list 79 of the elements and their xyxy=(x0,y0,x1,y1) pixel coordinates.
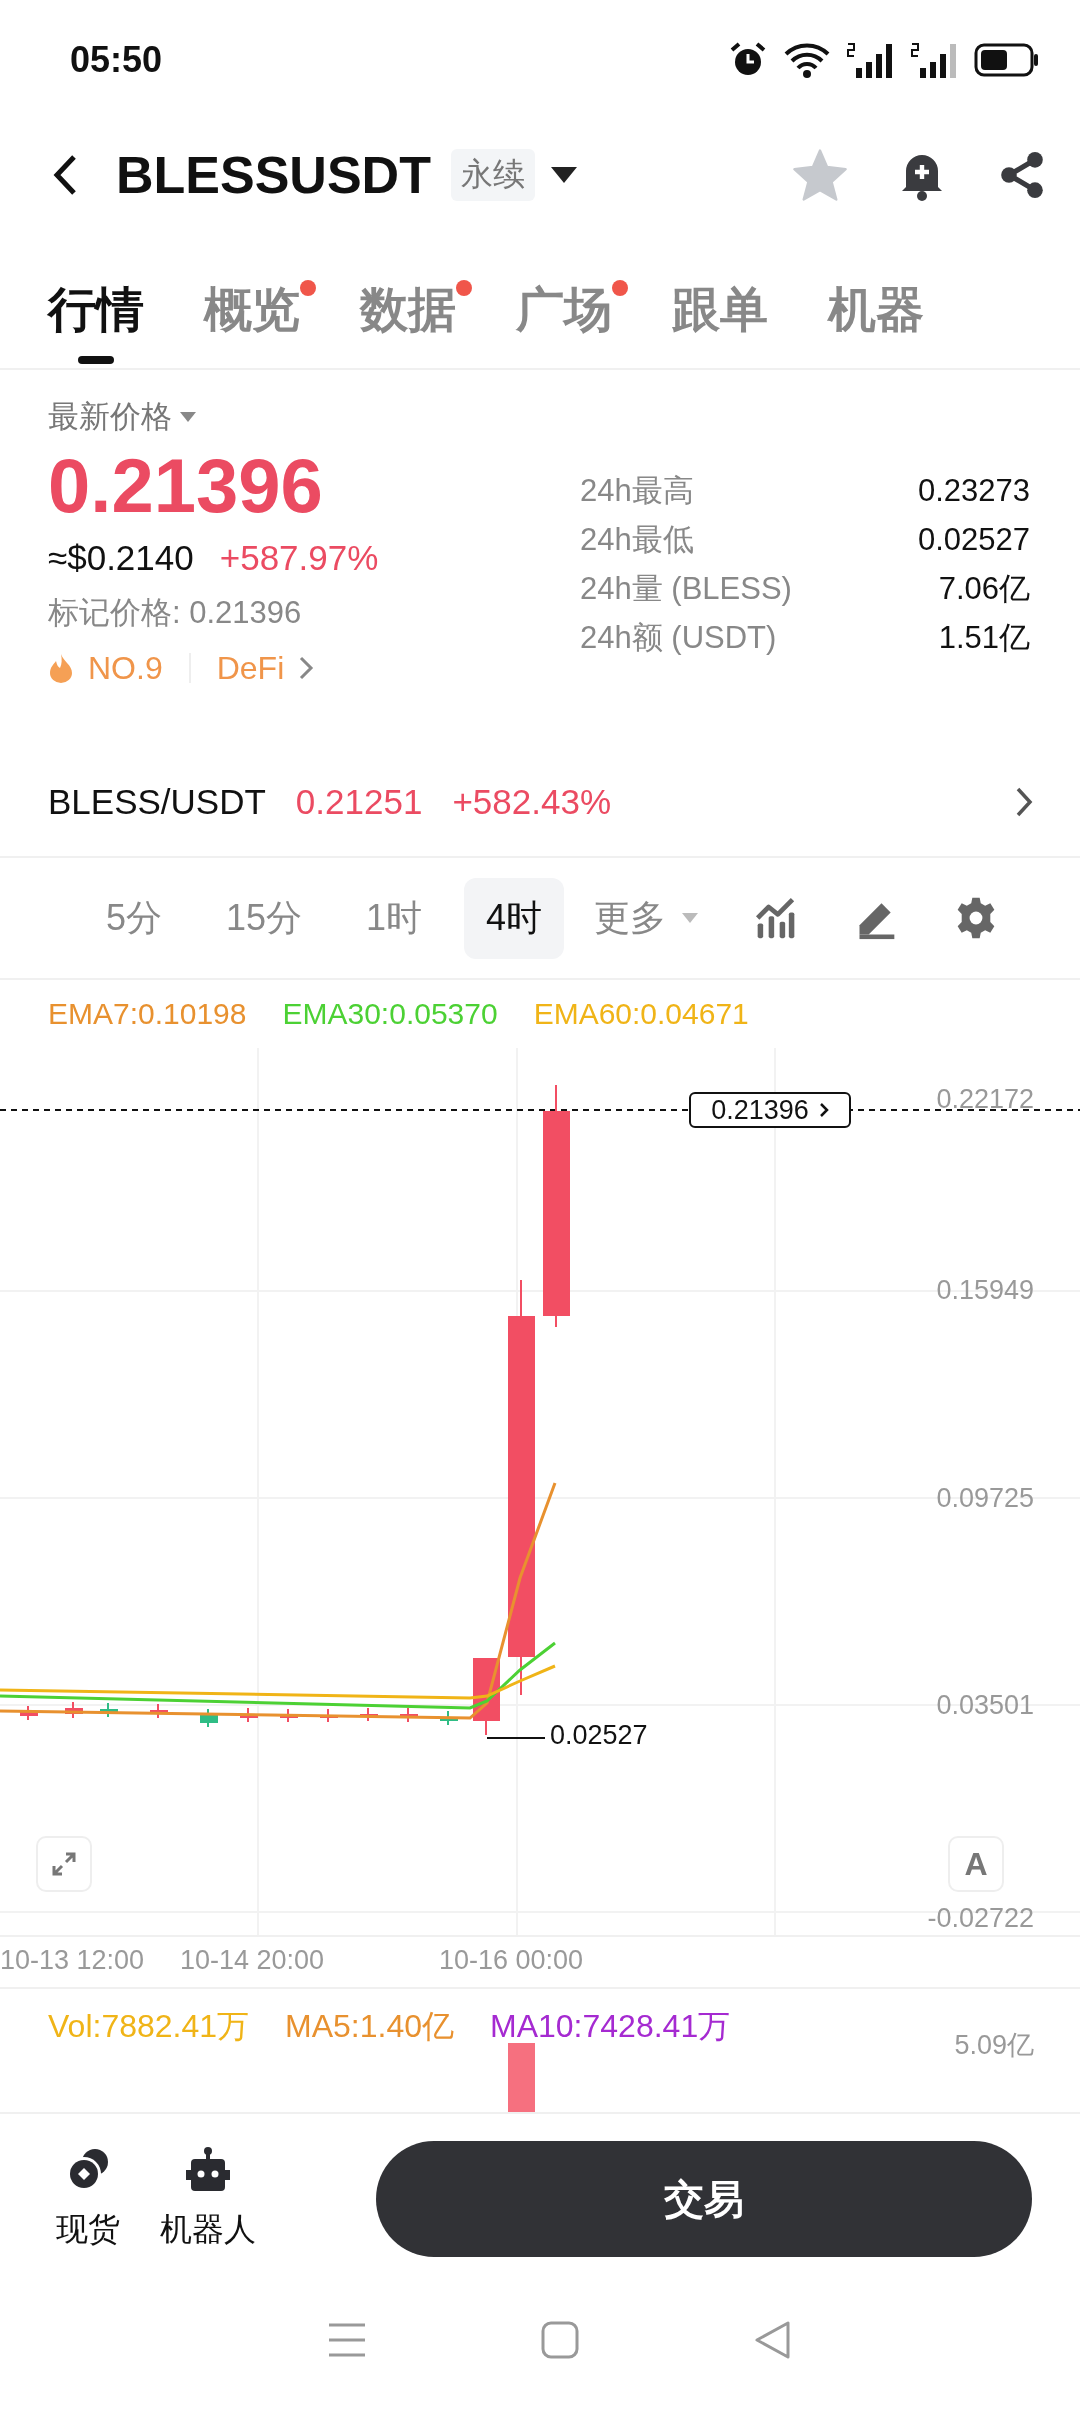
tab[interactable]: 机器 xyxy=(828,268,924,368)
leader-line xyxy=(486,1737,546,1739)
interval-tab[interactable]: 5分 xyxy=(84,877,185,959)
trade-button[interactable]: 交易 xyxy=(376,2141,1032,2257)
usd-price: ≈$0.2140 xyxy=(48,537,194,578)
mark-price: 标记价格: 0.21396 xyxy=(48,593,303,632)
stat-label: 24h最低 xyxy=(580,520,694,559)
sector-tag[interactable]: DeFi xyxy=(216,649,285,687)
tab[interactable]: 数据 xyxy=(360,268,456,368)
price-axis-label: -0.02722 xyxy=(927,1902,1034,1935)
symbol-title: BLESSUSDT xyxy=(116,145,431,205)
stat-value: 1.51亿 xyxy=(938,618,1030,657)
chevron-right-icon[interactable] xyxy=(298,655,315,682)
candlestick xyxy=(100,1702,118,1718)
more-dropdown[interactable]: 更多 xyxy=(594,893,667,943)
candlestick xyxy=(280,1708,298,1723)
candlestick xyxy=(20,1705,38,1721)
star-icon[interactable] xyxy=(792,148,848,202)
status-time: 05:50 xyxy=(70,39,163,81)
price-axis-label: 0.03501 xyxy=(936,1689,1034,1722)
interval-tab[interactable]: 15分 xyxy=(204,877,325,959)
tab[interactable]: 概览 xyxy=(204,268,300,368)
caret-icon[interactable] xyxy=(550,167,577,183)
chevron-right-icon xyxy=(818,1102,829,1118)
rank-tag[interactable]: NO.9 xyxy=(88,649,163,687)
low-price-label: 0.02527 xyxy=(550,1720,648,1751)
stat-value: 7.06亿 xyxy=(938,569,1030,608)
tab[interactable]: 行情 xyxy=(48,268,144,368)
time-axis-label: 10-14 20:00 xyxy=(180,1945,325,1976)
candlestick xyxy=(65,1701,83,1719)
interval-tab[interactable]: 1时 xyxy=(344,877,445,959)
ema-value: EMA60:0.04671 xyxy=(533,997,749,1031)
volume-bar xyxy=(508,2043,535,2112)
menu-icon[interactable] xyxy=(326,2322,367,2358)
time-axis-label: 10-13 12:00 xyxy=(0,1945,145,1976)
stat-value: 0.02527 xyxy=(917,521,1030,558)
volume-indicator: MA10:7428.41万 xyxy=(490,2007,731,2046)
last-price: 0.21396 xyxy=(48,444,324,528)
price-change: +587.97% xyxy=(219,537,379,578)
spot-price: 0.21251 xyxy=(295,782,423,822)
home-icon[interactable] xyxy=(540,2320,580,2360)
candlestick xyxy=(200,1708,218,1728)
tab[interactable]: 跟单 xyxy=(672,268,768,368)
bottom-nav-label[interactable]: 现货 xyxy=(56,2208,120,2252)
stat-label: 24h额 (USDT) xyxy=(580,618,777,657)
stat-value: 0.23273 xyxy=(917,472,1030,509)
back-icon[interactable] xyxy=(52,153,78,197)
tab[interactable]: 广场 xyxy=(516,268,612,368)
stat-label: 24h量 (BLESS) xyxy=(580,569,792,608)
battery-icon xyxy=(974,42,1040,78)
price-label: 最新价格 xyxy=(48,398,172,436)
expand-icon xyxy=(51,1851,77,1877)
candlestick xyxy=(150,1703,168,1719)
spot-change: +582.43% xyxy=(452,782,611,822)
candlestick xyxy=(360,1707,378,1722)
wifi-icon xyxy=(782,40,832,80)
chevron-right-icon[interactable] xyxy=(1014,785,1034,819)
price-axis-label: 0.15949 xyxy=(936,1274,1034,1307)
spot-pair[interactable]: BLESS/USDT xyxy=(48,782,266,822)
candlestick xyxy=(240,1707,258,1723)
ema-value: EMA30:0.05370 xyxy=(282,997,498,1031)
candlestick xyxy=(400,1707,418,1723)
candlestick xyxy=(320,1708,338,1723)
expand-button[interactable] xyxy=(36,1836,92,1892)
volume-indicator: MA5:1.40亿 xyxy=(285,2007,454,2046)
current-price-tag[interactable]: 0.21396 xyxy=(689,1092,851,1128)
flame-icon xyxy=(48,653,74,684)
price-axis-label: 0.09725 xyxy=(936,1482,1034,1515)
bottom-nav-label[interactable]: 机器人 xyxy=(160,2208,256,2252)
time-axis-label: 10-16 00:00 xyxy=(439,1945,584,1976)
price-axis-label: 0.22172 xyxy=(936,1083,1034,1116)
candlestick xyxy=(440,1710,458,1726)
contract-tag: 永续 xyxy=(450,149,535,201)
interval-tab[interactable]: 4时 xyxy=(464,877,565,959)
auto-scale-button[interactable]: A xyxy=(948,1836,1004,1892)
volume-indicator: Vol:7882.41万 xyxy=(48,2007,250,2046)
volume-axis-label: 5.09亿 xyxy=(954,2029,1034,2062)
stat-label: 24h最高 xyxy=(580,471,694,510)
ema-value: EMA7:0.10198 xyxy=(48,997,247,1031)
